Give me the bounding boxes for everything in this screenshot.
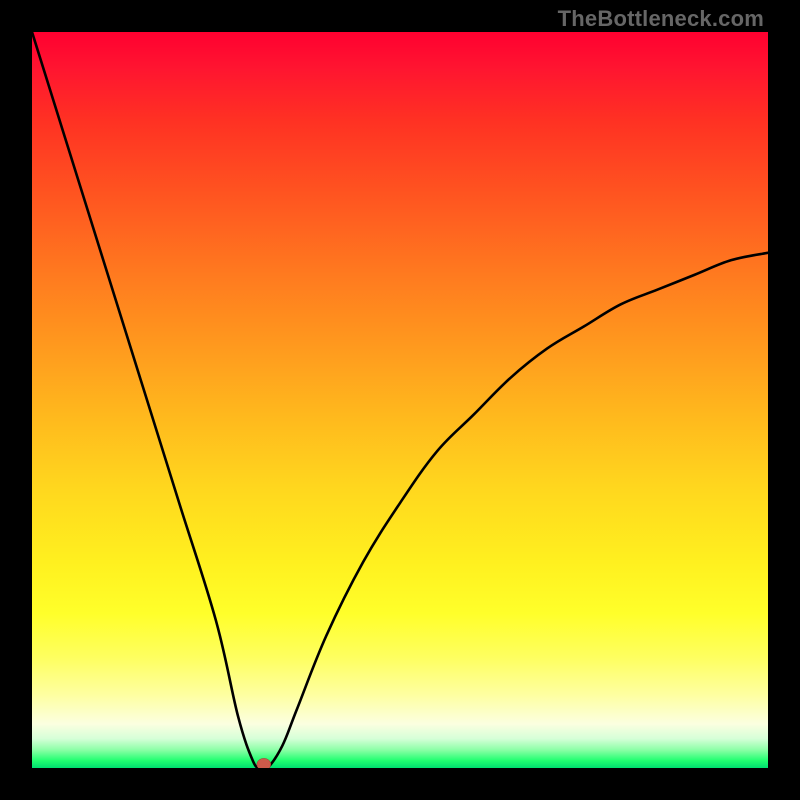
plot-area xyxy=(32,32,768,768)
chart-svg xyxy=(32,32,768,768)
optimum-marker xyxy=(257,758,271,768)
bottleneck-curve xyxy=(32,32,768,768)
curve-layer xyxy=(32,32,768,768)
attribution-label: TheBottleneck.com xyxy=(558,6,764,32)
chart-frame: TheBottleneck.com xyxy=(0,0,800,800)
